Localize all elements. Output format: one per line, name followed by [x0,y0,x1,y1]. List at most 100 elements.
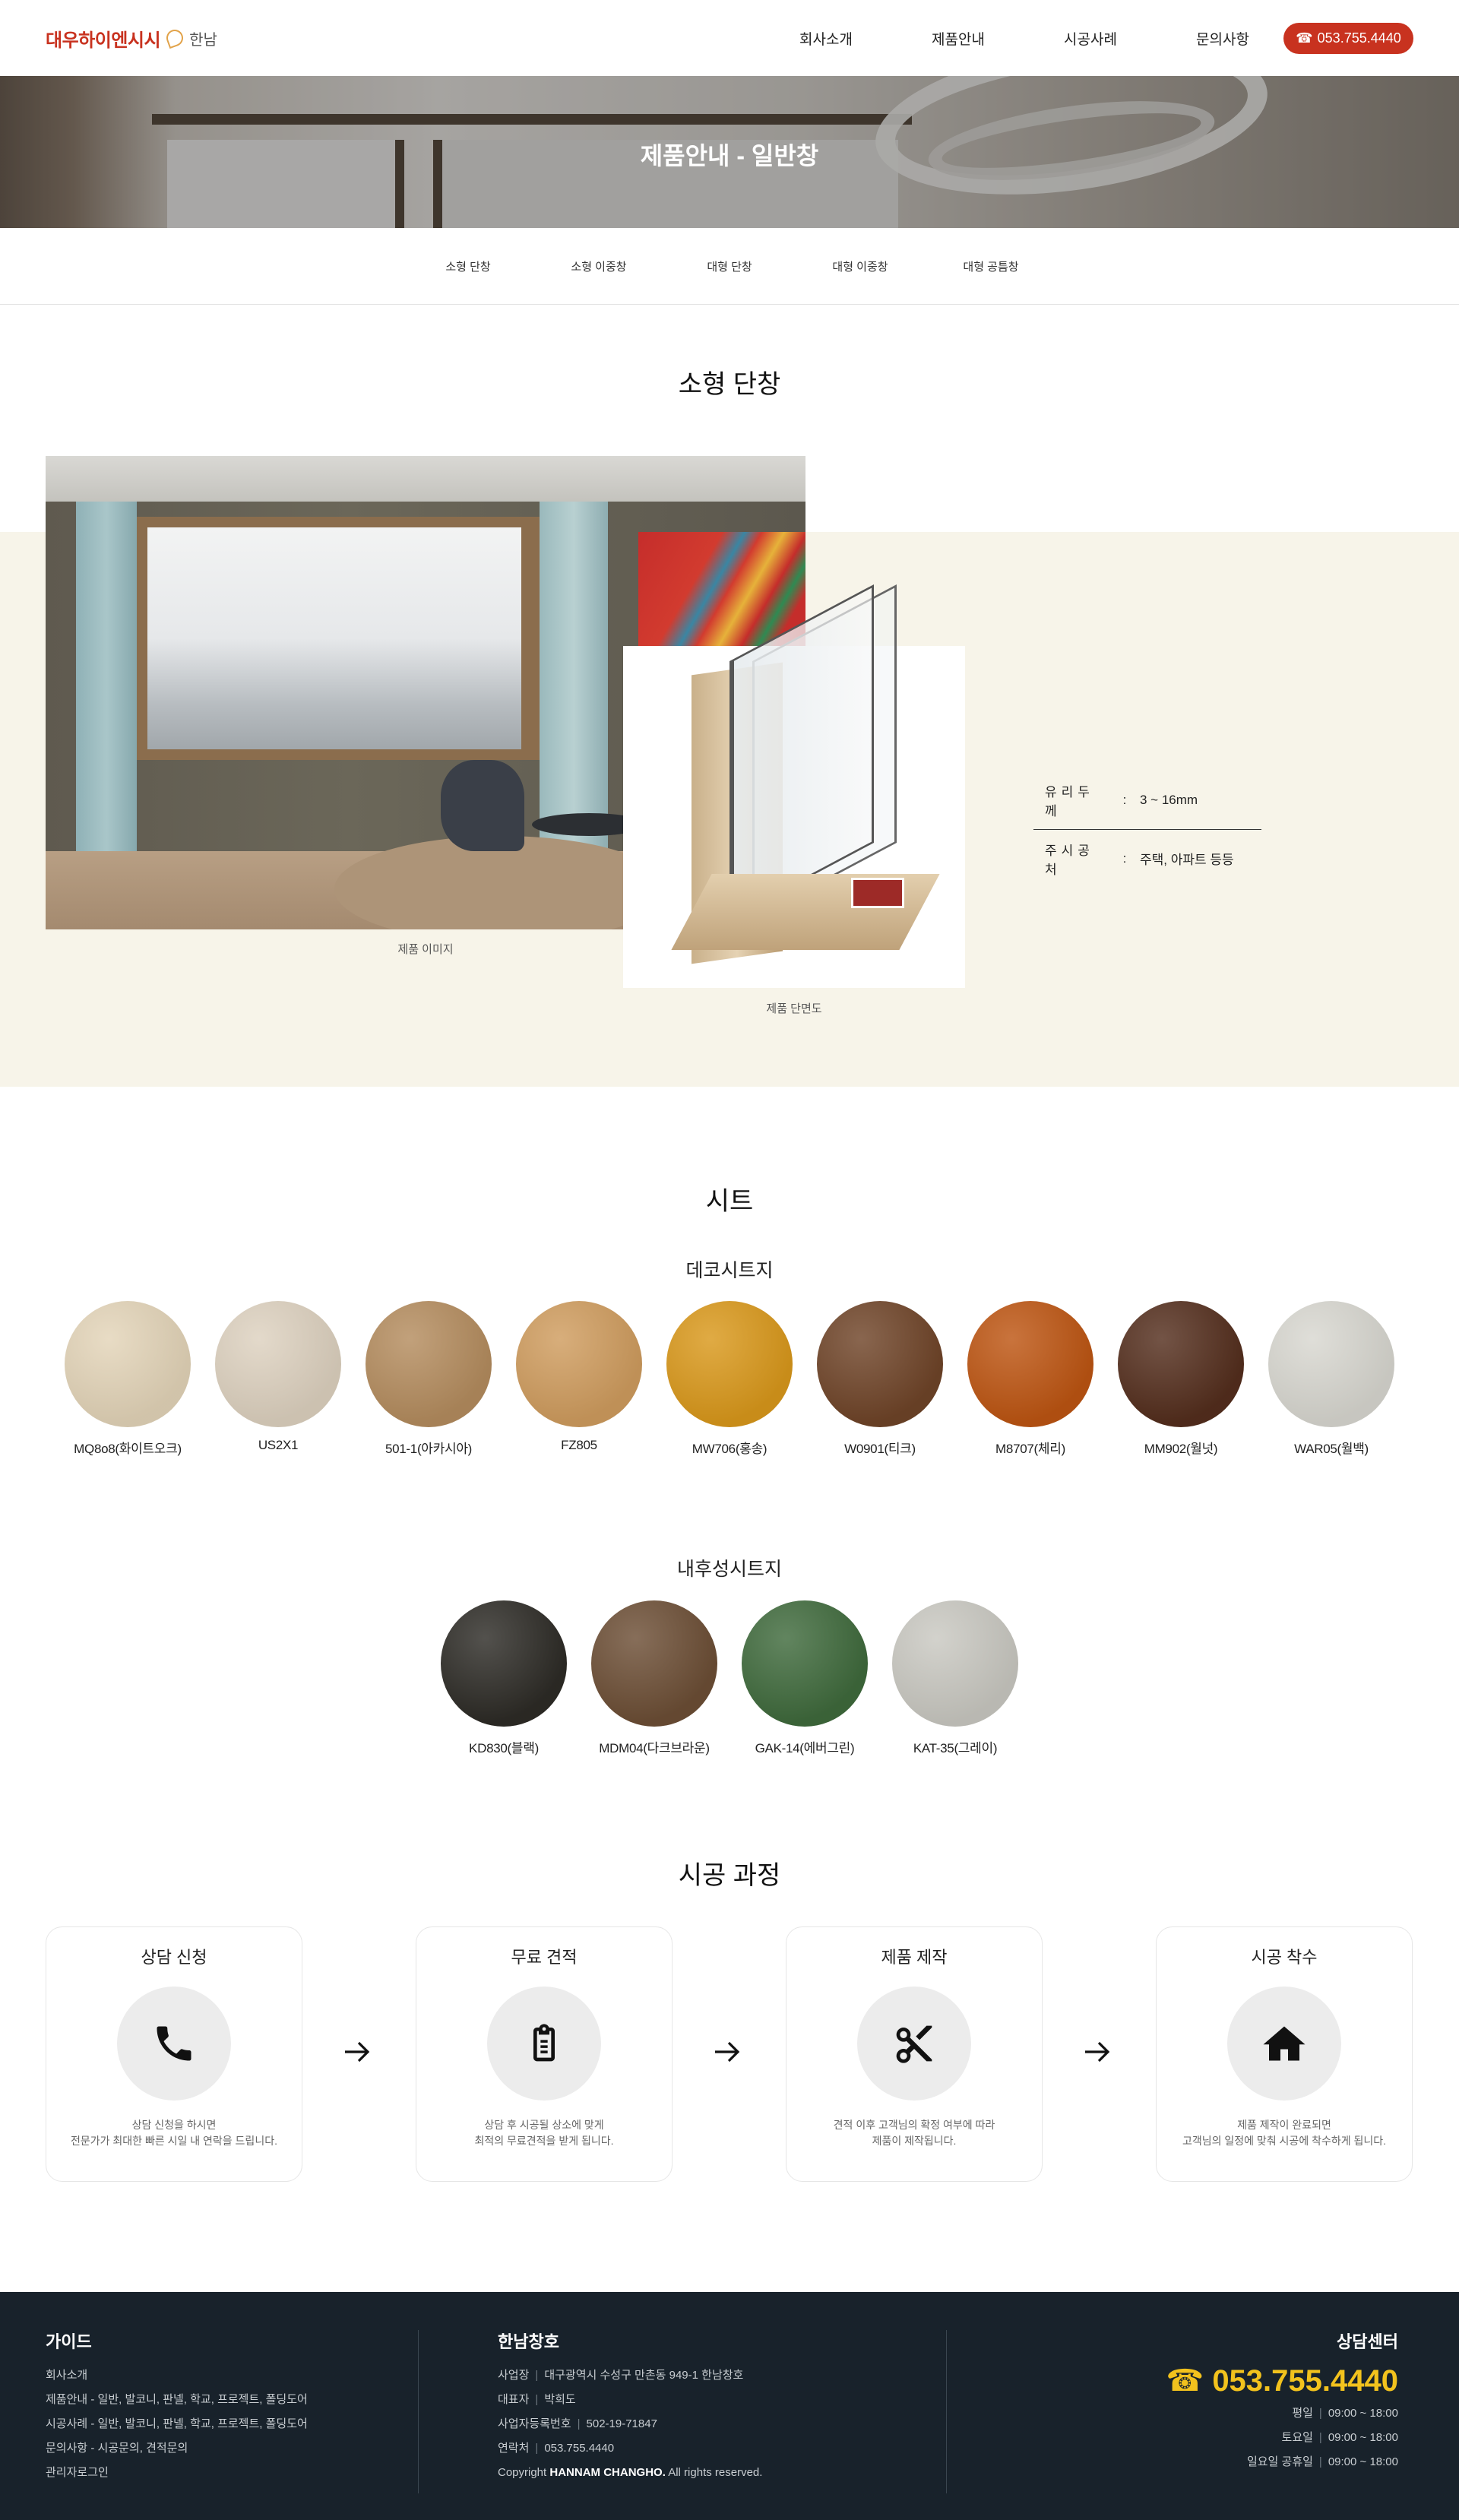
swatch-name: 501-1(아카시아) [385,1442,473,1456]
step-desc-line: 견적 이후 고객님의 확정 여부에 따라 [833,2119,995,2131]
footer-center: 상담센터 ☎ 053.755.4440 평일 | 09:00 ~ 18:00 토요일… [1166,2328,1398,2474]
weather-sheet-title: 내후성시트지 [676,1559,782,1580]
swatch-color [591,1600,717,1727]
step-desc-line: 전문가가 최대한 빠른 시일 내 연락을 드립니다. [71,2135,277,2147]
swatch-name: KAT-35(그레이) [913,1741,998,1755]
section-image [623,584,965,988]
footer-center-title: 상담센터 [1337,2332,1398,2351]
footer-company: 한남창호 사업장 | 대구광역시 수성구 만촌동 949-1 한남창호 대표자 | 박희… [498,2328,762,2485]
product-title: 소형 단창 [678,370,781,399]
footer-link-cases[interactable]: 시공사례 - 일반, 발코니, 판넬, 학교, 프로젝트, 폴딩도어 [46,2412,308,2436]
spec-row-glass: 유리두께 : 3 ~ 16mm [1033,771,1261,829]
subtab-small-single[interactable]: 소형 단창 [403,258,533,274]
swatch-name: MDM04(다크브라운) [599,1741,710,1755]
deco-swatch[interactable]: US2X1 [214,1301,343,1453]
footer-company-row: 대표자 | 박희도 [498,2393,576,2406]
swatch-name: W0901(티크) [844,1442,916,1456]
footer: 가이드 회사소개 제품안내 - 일반, 발코니, 판넬, 학교, 프로젝트, 폴… [0,2292,1459,2520]
subtab-small-double[interactable]: 소형 이중창 [533,258,664,274]
swatch-color [1118,1301,1244,1427]
swatch-color [366,1301,492,1427]
spec-label: 유리두께 [1045,785,1094,818]
step-card-construction: 시공 착수 제품 제작이 완료되면 고객님의 일정에 맞춰 시공에 착수하게 됩… [1156,1926,1413,2182]
process-title: 시공 과정 [678,1861,781,1890]
footer-link-company[interactable]: 회사소개 [46,2363,308,2388]
step-title: 시공 착수 [1251,1948,1318,1967]
step-title: 무료 견적 [511,1948,578,1967]
subtab-large-double[interactable]: 대형 이중창 [795,258,926,274]
footer-divider [418,2330,419,2493]
logo[interactable]: 대우하이엔시시 한남 [46,21,217,55]
step-icon-circle [117,1987,231,2101]
swatch-name: M8707(체리) [995,1442,1065,1456]
footer-divider [946,2330,947,2493]
swatch-name: WAR05(월백) [1294,1442,1369,1456]
swatch-color [967,1301,1093,1427]
nav-item-products[interactable]: 제품안내 [892,28,1024,49]
deco-swatch[interactable]: 501-1(아카시아) [364,1301,493,1457]
swatch-color [215,1301,341,1427]
deco-swatch[interactable]: FZ805 [514,1301,644,1453]
nav-item-cases[interactable]: 시공사례 [1024,28,1157,49]
footer-hours-row: 일요일 공휴일 | 09:00 ~ 18:00 [1246,2455,1398,2468]
swatch-color [666,1301,793,1427]
swatch-color [742,1600,868,1727]
step-desc-line: 상담 후 시공될 상소에 맞게 [484,2119,604,2131]
swatch-name: MM902(월넛) [1144,1442,1218,1456]
weather-swatch[interactable]: MDM04(다크브라운) [590,1600,719,1756]
page-title: 제품안내 - 일반창 [640,142,819,169]
footer-company-row: 사업장 | 대구광역시 수성구 만촌동 949-1 한남창호 [498,2369,744,2382]
step-icon-circle [857,1987,971,2101]
spec-label: 주시공처 [1045,843,1094,877]
arrow-right-icon [1085,2041,1110,2063]
arrow-right-icon [715,2041,740,2063]
deco-swatch[interactable]: MQ8o8(화이트오크) [63,1301,192,1457]
logo-sub-text: 한남 [189,31,217,49]
footer-link-admin[interactable]: 관리자로그인 [46,2461,308,2485]
step-card-estimate: 무료 견적 상담 후 시공될 상소에 맞게 최적의 무료견적을 받게 됩니다. [416,1926,673,2182]
swatch-name: US2X1 [258,1438,299,1452]
spec-value: 3 ~ 16mm [1140,793,1198,807]
sheet-title: 시트 [705,1187,754,1216]
footer-link-inquiry[interactable]: 문의사항 - 시공문의, 견적문의 [46,2436,308,2461]
swatch-name: KD830(블랙) [469,1741,539,1755]
clipboard-icon [533,2024,555,2062]
swatch-name: GAK-14(에버그린) [755,1741,855,1755]
step-desc-line: 제품 제작이 완료되면 [1237,2119,1331,2131]
weather-swatch[interactable]: KD830(블랙) [439,1600,568,1756]
phone-icon: ☎ [1296,30,1313,46]
subtab-large-gap[interactable]: 대형 공틈창 [926,258,1056,274]
footer-guide: 가이드 회사소개 제품안내 - 일반, 발코니, 판넬, 학교, 프로젝트, 폴… [46,2328,308,2485]
swatch-name: FZ805 [561,1438,597,1452]
nav-item-inquiry[interactable]: 문의사항 [1157,28,1289,49]
swatch-color [817,1301,943,1427]
phone-button[interactable]: ☎ 053.755.4440 [1283,23,1413,54]
logo-text: 대우하이엔시시 [46,30,161,51]
swatch-color [441,1600,567,1727]
step-desc-line: 제품이 제작됩니다. [872,2135,957,2147]
deco-swatch[interactable]: M8707(체리) [966,1301,1095,1457]
footer-link-products[interactable]: 제품안내 - 일반, 발코니, 판넬, 학교, 프로젝트, 폴딩도어 [46,2388,308,2412]
logo-mark-icon [163,27,186,49]
swatch-name: MW706(홍송) [692,1442,767,1456]
product-specs: 유리두께 : 3 ~ 16mm 주시공처 : 주택, 아파트 등등 [1033,771,1261,887]
footer-guide-title: 가이드 [46,2332,92,2351]
phone-icon [157,2026,191,2061]
nav-item-company[interactable]: 회사소개 [760,28,892,49]
weather-swatch[interactable]: KAT-35(그레이) [891,1600,1020,1756]
footer-company-title: 한남창호 [498,2332,559,2351]
footer-phone[interactable]: ☎ 053.755.4440 [1166,2363,1398,2398]
page: 대우하이엔시시 한남 회사소개 제품안내 시공사례 문의사항 ☎ 053.755… [0,0,1459,2520]
step-desc-line: 최적의 무료견적을 받게 됩니다. [474,2135,614,2147]
deco-swatch[interactable]: MW706(홍송) [665,1301,794,1457]
weather-swatch[interactable]: GAK-14(에버그린) [740,1600,869,1756]
deco-swatch[interactable]: WAR05(월백) [1267,1301,1396,1457]
deco-swatch[interactable]: W0901(티크) [815,1301,945,1457]
footer-hours-row: 토요일 | 09:00 ~ 18:00 [1281,2431,1398,2444]
deco-swatch[interactable]: MM902(월넛) [1116,1301,1245,1457]
spec-value: 주택, 아파트 등등 [1140,853,1234,867]
subtab-large-single[interactable]: 대형 단창 [664,258,795,274]
footer-company-row: 연락처 | 053.755.4440 [498,2442,615,2455]
product-subtabs: 소형 단창 소형 이중창 대형 단창 대형 이중창 대형 공틈창 [0,228,1459,305]
swatch-color [892,1600,1018,1727]
